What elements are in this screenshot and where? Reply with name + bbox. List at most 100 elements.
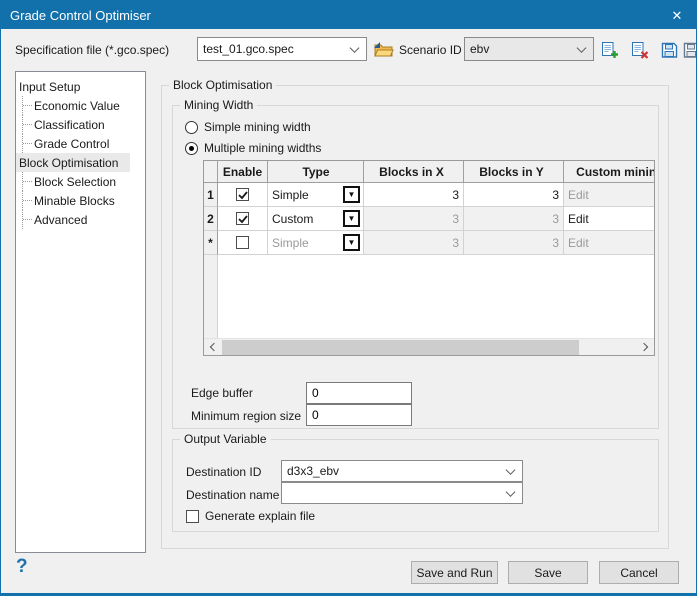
- sidebar-item-block-selection[interactable]: Block Selection: [16, 172, 130, 191]
- block-optimisation-group: Block Optimisation Mining Width Simple m…: [161, 85, 669, 549]
- enable-cell: [218, 231, 268, 255]
- chevron-left-icon: [210, 343, 218, 351]
- destination-name-combobox[interactable]: [281, 482, 523, 504]
- custom-mining-edit-link: Edit: [564, 231, 655, 255]
- grade-control-optimiser-dialog: Grade Control Optimiser Specification fi…: [0, 0, 697, 596]
- save-scenario-as-button[interactable]: [680, 39, 697, 61]
- custom-mining-edit-link[interactable]: Edit: [564, 207, 655, 231]
- multiple-mining-widths-radio[interactable]: Multiple mining widths: [185, 141, 321, 155]
- chevron-right-icon: [640, 343, 648, 351]
- sidebar-item-minable-blocks[interactable]: Minable Blocks: [16, 191, 130, 210]
- row-number: *: [204, 231, 218, 255]
- row-header-column: [204, 161, 218, 183]
- delete-scenario-button[interactable]: [629, 39, 651, 61]
- destination-name-label: Destination name: [186, 488, 279, 502]
- save-icon: [661, 42, 678, 59]
- window-title: Grade Control Optimiser: [10, 8, 151, 23]
- chevron-down-icon: [350, 43, 360, 53]
- new-scenario-icon: [601, 41, 619, 60]
- generate-explain-file-label: Generate explain file: [205, 509, 315, 523]
- minimum-region-size-label: Minimum region size: [191, 409, 301, 423]
- type-cell: Simple: [268, 183, 364, 207]
- open-folder-icon: [373, 41, 394, 58]
- save-scenario-button[interactable]: [658, 39, 680, 61]
- tree-connector: [22, 96, 34, 115]
- destination-id-value: d3x3_ebv: [287, 464, 339, 478]
- tree-connector: [22, 134, 34, 153]
- enable-checkbox[interactable]: [236, 212, 249, 225]
- specification-file-value: test_01.gco.spec: [203, 42, 294, 56]
- scenario-id-label: Scenario ID: [399, 43, 462, 57]
- sidebar-item-economic-value[interactable]: Economic Value: [16, 96, 130, 115]
- destination-id-combobox[interactable]: d3x3_ebv: [281, 460, 523, 482]
- open-folder-button[interactable]: [372, 38, 394, 60]
- destination-id-label: Destination ID: [186, 465, 261, 479]
- scenario-id-combobox[interactable]: ebv: [464, 37, 594, 61]
- title-bar: Grade Control Optimiser: [1, 1, 696, 29]
- enable-cell: [218, 207, 268, 231]
- table-header-row: Enable Type Blocks in X Blocks in Y Cust…: [204, 161, 654, 183]
- block-optimisation-group-title: Block Optimisation: [169, 78, 276, 92]
- column-header-type: Type: [268, 161, 364, 183]
- sidebar-item-input-setup[interactable]: Input Setup: [16, 77, 130, 96]
- table-row: 1 Simple 3 3 Edit: [204, 183, 654, 207]
- mining-width-group-title: Mining Width: [180, 98, 257, 112]
- simple-mining-width-radio[interactable]: Simple mining width: [185, 120, 311, 134]
- column-header-blocks-x: Blocks in X: [364, 161, 464, 183]
- save-and-run-button[interactable]: Save and Run: [411, 561, 498, 584]
- radio-icon: [185, 121, 198, 134]
- type-dropdown-button[interactable]: [343, 186, 360, 203]
- chevron-down-icon: [577, 43, 587, 53]
- close-button[interactable]: [658, 1, 696, 29]
- type-cell: Custom: [268, 207, 364, 231]
- enable-checkbox[interactable]: [236, 236, 249, 249]
- chevron-down-icon: [506, 487, 516, 497]
- type-cell: Simple: [268, 231, 364, 255]
- column-header-enable: Enable: [218, 161, 268, 183]
- output-variable-group: Output Variable Destination ID d3x3_ebv …: [172, 439, 659, 532]
- scrollbar-thumb[interactable]: [222, 340, 579, 355]
- mining-width-group: Mining Width Simple mining width Multipl…: [172, 105, 659, 429]
- specification-file-combobox[interactable]: test_01.gco.spec: [197, 37, 367, 61]
- sidebar-item-grade-control[interactable]: Grade Control: [16, 134, 130, 153]
- tree-connector: [22, 191, 34, 210]
- table-row-new: * Simple 3 3 Edit: [204, 231, 654, 255]
- scrollbar-track[interactable]: [221, 339, 637, 355]
- sidebar-item-block-optimisation[interactable]: Block Optimisation: [16, 153, 130, 172]
- scroll-left-button[interactable]: [204, 339, 221, 355]
- delete-scenario-icon: [631, 41, 649, 60]
- generate-explain-file-checkbox-row[interactable]: Generate explain file: [186, 509, 315, 523]
- row-number: 2: [204, 207, 218, 231]
- column-header-custom-mining: Custom mining widths: [564, 161, 655, 183]
- blocks-y-cell: 3: [464, 207, 564, 231]
- edge-buffer-input[interactable]: [306, 382, 412, 404]
- tree-connector: [22, 210, 34, 229]
- sidebar-item-classification[interactable]: Classification: [16, 115, 130, 134]
- tree-connector: [22, 172, 34, 191]
- minimum-region-size-input[interactable]: [306, 404, 412, 426]
- table-row: 2 Custom 3 3 Edit: [204, 207, 654, 231]
- radio-selected-icon: [185, 142, 198, 155]
- type-dropdown-button[interactable]: [343, 210, 360, 227]
- close-icon: [672, 9, 683, 22]
- enable-checkbox[interactable]: [236, 188, 249, 201]
- horizontal-scrollbar: [204, 338, 654, 355]
- table-empty-area: [204, 255, 654, 338]
- tree-connector: [22, 115, 34, 134]
- enable-cell: [218, 183, 268, 207]
- sidebar-item-advanced[interactable]: Advanced: [16, 210, 130, 229]
- save-as-icon: [683, 42, 697, 59]
- scenario-id-value: ebv: [470, 42, 489, 56]
- mining-widths-table: Enable Type Blocks in X Blocks in Y Cust…: [203, 160, 655, 356]
- cancel-button[interactable]: Cancel: [599, 561, 679, 584]
- blocks-x-cell[interactable]: 3: [364, 183, 464, 207]
- save-button[interactable]: Save: [508, 561, 588, 584]
- scroll-right-button[interactable]: [637, 339, 654, 355]
- help-button[interactable]: ?: [16, 556, 28, 578]
- blocks-y-cell[interactable]: 3: [464, 183, 564, 207]
- blocks-y-cell: 3: [464, 231, 564, 255]
- type-dropdown-button[interactable]: [343, 234, 360, 251]
- generate-explain-file-checkbox[interactable]: [186, 510, 199, 523]
- edge-buffer-label: Edge buffer: [191, 386, 253, 400]
- new-scenario-button[interactable]: [599, 39, 621, 61]
